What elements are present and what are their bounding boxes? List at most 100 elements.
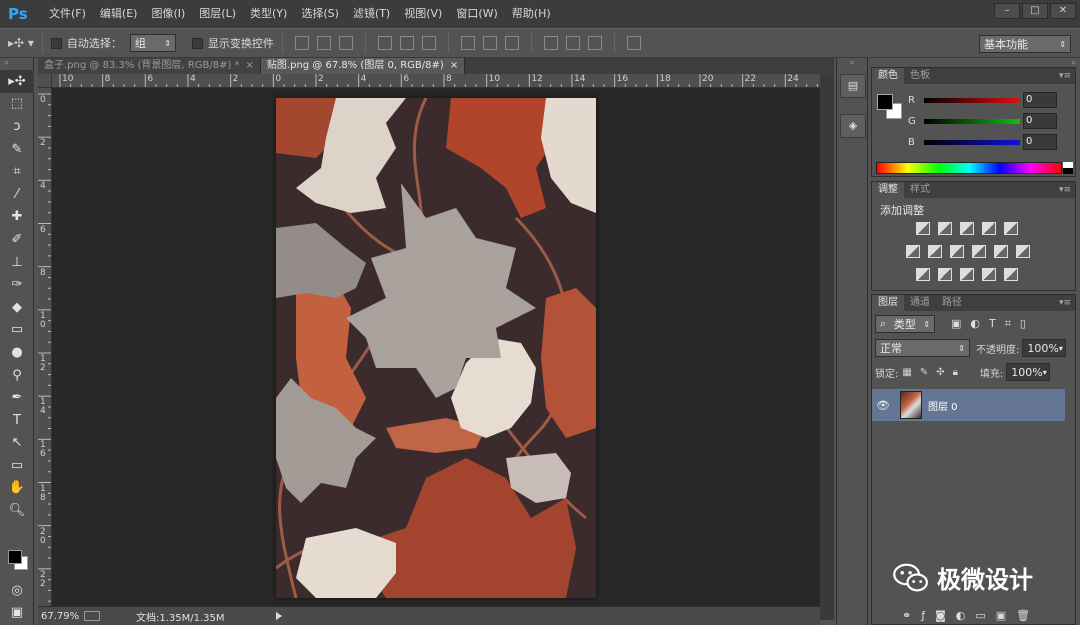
color-swatches[interactable] (8, 550, 30, 572)
hand-icon[interactable]: ✋ (0, 477, 34, 500)
menu-view[interactable]: 视图(V) (397, 0, 449, 28)
toolbox-collapse-icon[interactable]: » (0, 58, 33, 70)
lock-icons[interactable]: ▦✎✣🔒︎ (902, 367, 966, 378)
green-slider[interactable] (924, 118, 1020, 124)
panel-menu-icon[interactable]: ▾≡ (1059, 298, 1071, 308)
tab-channels[interactable]: 通道 (904, 295, 936, 311)
panel-menu-icon[interactable]: ▾≡ (1059, 185, 1071, 195)
distribute-vcenter-icon[interactable] (482, 36, 497, 50)
close-icon[interactable]: × (450, 60, 458, 71)
brightness-icon[interactable] (916, 222, 930, 235)
blue-slider[interactable] (924, 139, 1020, 145)
move-icon[interactable]: ▸✣ (0, 70, 34, 93)
opacity-field[interactable]: 100% ▾ (1022, 339, 1067, 357)
invert-icon[interactable] (916, 268, 930, 281)
dodge-icon[interactable]: ⚲ (0, 364, 34, 387)
auto-select-dropdown[interactable]: 组 ⇕ (129, 34, 176, 52)
channel-mixer-icon[interactable] (994, 245, 1008, 258)
distribute-right-icon[interactable] (587, 36, 602, 50)
show-transform-checkbox[interactable]: 显示变换控件 (191, 35, 274, 51)
align-left-icon[interactable] (377, 36, 392, 50)
threshold-icon[interactable] (960, 268, 974, 281)
red-value[interactable]: 0 (1023, 92, 1057, 108)
minimize-icon[interactable]: – (994, 3, 1020, 19)
tab-paths[interactable]: 路径 (936, 295, 968, 311)
green-value[interactable]: 0 (1023, 113, 1057, 129)
vertical-scrollbar[interactable] (820, 74, 834, 606)
layer-name[interactable]: 图层 0 (928, 398, 958, 413)
history-panel-icon[interactable]: ▤ (840, 74, 866, 98)
distribute-bottom-icon[interactable] (504, 36, 519, 50)
align-hcenter-icon[interactable] (399, 36, 414, 50)
lasso-icon[interactable]: ↄ (0, 115, 34, 138)
auto-select-checkbox[interactable]: 自动选择： (50, 35, 122, 51)
blur-icon[interactable]: ● (0, 341, 34, 364)
selective-color-icon[interactable] (982, 268, 996, 281)
pen-icon[interactable]: ✒ (0, 386, 34, 409)
menu-select[interactable]: 选择(S) (294, 0, 346, 28)
blend-mode-dropdown[interactable]: 正常 ⇕ (875, 339, 970, 357)
levels-icon[interactable] (938, 222, 952, 235)
crop-icon[interactable]: ⌗ (0, 160, 34, 183)
zoom-icon[interactable]: 🔍︎ (0, 499, 34, 522)
quick-select-icon[interactable]: ✎ (0, 138, 34, 161)
dock-collapse-icon[interactable]: » (837, 58, 867, 70)
posterize-icon[interactable] (938, 268, 952, 281)
quick-mask-icon[interactable]: ◎ (0, 579, 34, 602)
stamp-icon[interactable]: ⊥ (0, 251, 34, 274)
eraser-icon[interactable]: ◆ (0, 296, 34, 319)
path-select-icon[interactable]: ↖ (0, 432, 34, 455)
vibrance-icon[interactable] (1004, 222, 1018, 235)
zoom-level[interactable]: 67.79% (38, 611, 79, 622)
eye-icon[interactable]: 👁︎ (872, 399, 894, 412)
workspace-dropdown[interactable]: 基本功能 ⇕ (979, 35, 1071, 53)
close-icon[interactable]: × (246, 60, 254, 71)
auto-align-icon[interactable] (626, 36, 641, 50)
layers-footer-icons[interactable]: ⚭ƒ◙◐▭▣🗑︎ (902, 609, 1040, 622)
red-slider[interactable] (924, 97, 1020, 103)
black-white-icon[interactable] (950, 245, 964, 258)
color-spectrum-bar[interactable] (876, 162, 1073, 174)
maximize-icon[interactable]: □ (1022, 3, 1048, 19)
align-vcenter-icon[interactable] (316, 36, 331, 50)
fill-field[interactable]: 100% ▾ (1006, 363, 1051, 381)
move-tool-preset-icon[interactable]: ▸✣ ▾ (8, 36, 34, 50)
menu-file[interactable]: 文件(F) (42, 0, 93, 28)
tab-layers[interactable]: 图层 (872, 295, 904, 311)
distribute-hcenter-icon[interactable] (565, 36, 580, 50)
curves-icon[interactable] (960, 222, 974, 235)
menu-type[interactable]: 类型(Y) (243, 0, 294, 28)
export-icon[interactable] (84, 611, 100, 621)
properties-panel-icon[interactable]: ◈ (840, 114, 866, 138)
exposure-icon[interactable] (982, 222, 996, 235)
distribute-left-icon[interactable] (543, 36, 558, 50)
menu-edit[interactable]: 编辑(E) (93, 0, 145, 28)
layer-filter-type-icons[interactable]: ▣◐T⌗▯ (951, 317, 1035, 331)
layer-row[interactable]: 👁︎ 图层 0 (872, 389, 1065, 421)
panel-menu-icon[interactable]: ▾≡ (1059, 71, 1071, 81)
tab-styles[interactable]: 样式 (904, 182, 936, 198)
menu-filter[interactable]: 滤镜(T) (346, 0, 397, 28)
tab-box-document[interactable]: 盒子.png @ 83.3% (背景图层, RGB/8#) * × (38, 58, 261, 74)
align-top-icon[interactable] (294, 36, 309, 50)
menu-layer[interactable]: 图层(L) (192, 0, 243, 28)
history-brush-icon[interactable]: ✑ (0, 273, 34, 296)
menu-image[interactable]: 图像(I) (144, 0, 192, 28)
panels-collapse-icon[interactable]: » (869, 58, 1080, 67)
layer-filter-dropdown[interactable]: ⌕ 类型 ⇕ (875, 315, 935, 333)
gradient-icon[interactable]: ▭ (0, 319, 34, 342)
black-white-swatch[interactable] (1063, 162, 1073, 174)
ruler-origin[interactable] (38, 74, 52, 88)
color-balance-icon[interactable] (928, 245, 942, 258)
align-bottom-icon[interactable] (338, 36, 353, 50)
eyedropper-icon[interactable]: ⁄ (0, 183, 34, 206)
foreground-color-swatch[interactable] (8, 550, 22, 564)
tab-texture-document[interactable]: 贴图.png @ 67.8% (图层 0, RGB/8#) × (260, 58, 466, 74)
color-lookup-icon[interactable] (1016, 245, 1030, 258)
hue-saturation-icon[interactable] (906, 245, 920, 258)
brush-icon[interactable]: ✐ (0, 228, 34, 251)
healing-icon[interactable]: ✚ (0, 206, 34, 229)
close-icon[interactable]: ✕ (1050, 3, 1076, 19)
gradient-map-icon[interactable] (1004, 268, 1018, 281)
tab-adjustments[interactable]: 调整 (872, 182, 904, 198)
